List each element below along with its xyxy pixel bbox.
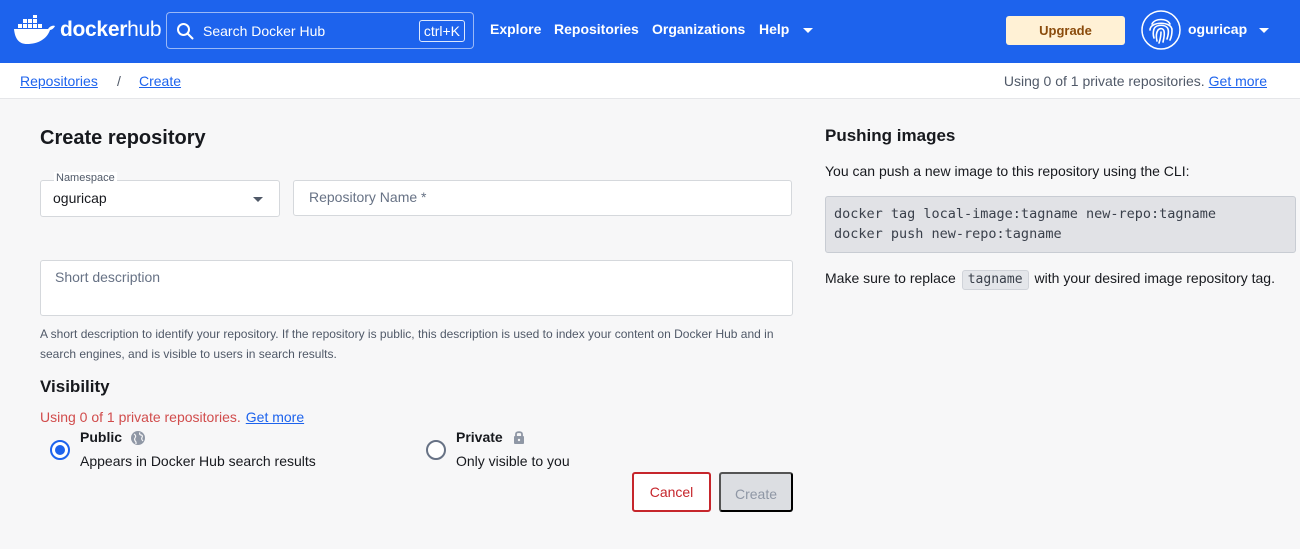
fingerprint-avatar-icon[interactable] <box>1141 10 1181 50</box>
logo-wordmark: dockerhub <box>60 18 162 41</box>
nav-help[interactable]: Help <box>759 21 789 41</box>
search-icon <box>177 23 194 40</box>
docker-whale-icon <box>14 15 55 44</box>
public-option-description: Appears in Docker Hub search results <box>80 453 316 469</box>
namespace-label: Namespace <box>54 172 117 184</box>
breadcrumb-create-link[interactable]: Create <box>139 73 181 89</box>
cancel-button[interactable]: Cancel <box>632 472 711 512</box>
private-repo-usage: Using 0 of 1 private repositories. Get mo… <box>1004 73 1267 89</box>
search-box[interactable]: Search Docker Hub ctrl+K <box>166 12 474 49</box>
short-description-helper-text: A short description to identify your rep… <box>40 327 774 361</box>
nav-explore[interactable]: Explore <box>490 21 541 41</box>
create-button[interactable]: Create <box>719 472 793 512</box>
visibility-usage-text: Using 0 of 1 private repositories. <box>40 409 241 425</box>
breadcrumb-repositories-link[interactable]: Repositories <box>20 73 98 89</box>
nav-organizations[interactable]: Organizations <box>652 21 745 41</box>
help-chevron-down-icon[interactable] <box>803 28 813 33</box>
lock-icon <box>514 431 524 444</box>
upgrade-button[interactable]: Upgrade <box>1006 16 1125 45</box>
page-title: Create repository <box>40 127 206 149</box>
cli-code-block[interactable]: docker tag local-image:tagname new-repo:… <box>825 196 1296 253</box>
pushing-images-title: Pushing images <box>825 126 956 145</box>
code-line: docker push new-repo:tagname <box>834 226 1062 242</box>
code-line: docker tag local-image:tagname new-repo:… <box>834 206 1217 222</box>
private-radio[interactable] <box>426 440 446 460</box>
globe-icon <box>131 431 145 445</box>
breadcrumb-separator: / <box>117 73 121 89</box>
username[interactable]: oguricap <box>1188 21 1247 37</box>
tagname-inline-code: tagname <box>961 270 1029 290</box>
visibility-title: Visibility <box>40 377 110 396</box>
public-radio[interactable] <box>50 440 70 460</box>
top-navigation-bar: dockerhub Search Docker Hub ctrl+K Explo… <box>0 0 1300 63</box>
namespace-value: oguricap <box>53 190 107 206</box>
breadcrumb: Repositories / Create Using 0 of 1 priva… <box>0 63 1300 99</box>
repository-name-placeholder: Repository Name * <box>309 189 427 205</box>
private-option-title[interactable]: Private <box>456 429 503 445</box>
tagname-note: Make sure to replace tagname with your des… <box>825 268 1285 290</box>
nav-repositories[interactable]: Repositories <box>554 21 639 41</box>
pushing-images-intro: You can push a new image to this reposit… <box>825 163 1190 179</box>
search-shortcut-badge: ctrl+K <box>418 20 465 42</box>
visibility-get-more-link[interactable]: Get more <box>246 409 304 425</box>
short-description-placeholder: Short description <box>55 269 161 285</box>
search-placeholder: Search Docker Hub <box>203 23 326 39</box>
note-text-after: with your desired image repository tag. <box>1034 270 1275 286</box>
visibility-usage-warning: Using 0 of 1 private repositories. Get mo… <box>40 409 304 425</box>
private-repo-usage-text: Using 0 of 1 private repositories. <box>1003 73 1205 89</box>
public-option-title[interactable]: Public <box>80 429 122 445</box>
namespace-chevron-down-icon <box>253 197 263 202</box>
get-more-link[interactable]: Get more <box>1209 73 1267 89</box>
note-text-before: Make sure to replace <box>825 270 956 286</box>
docker-hub-logo[interactable]: dockerhub <box>12 14 162 46</box>
user-menu-chevron-down-icon[interactable] <box>1259 28 1269 33</box>
private-option-description: Only visible to you <box>456 453 570 469</box>
